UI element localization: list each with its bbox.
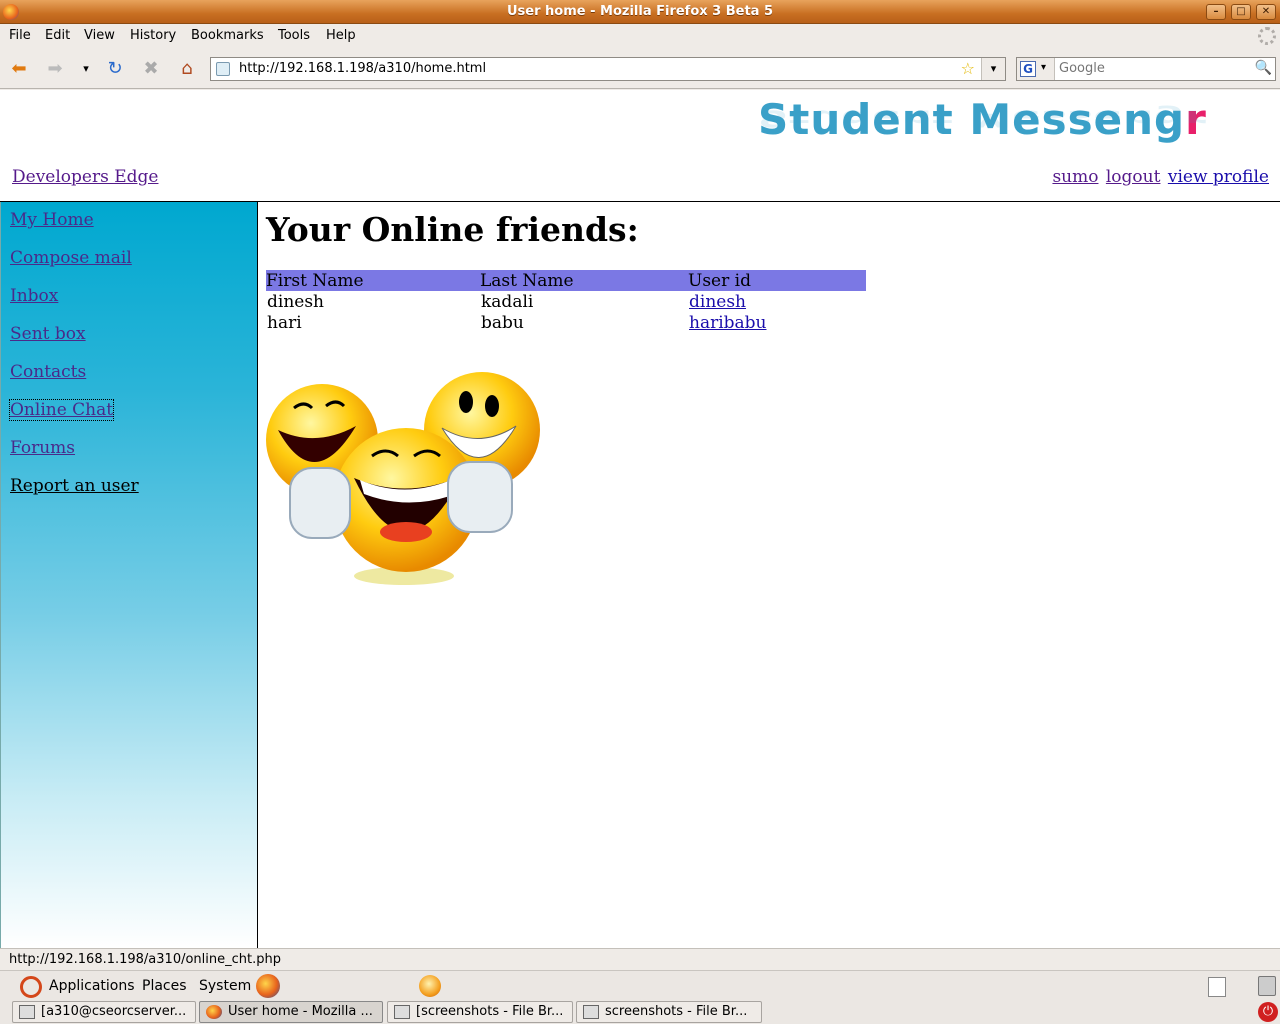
- search-icon[interactable]: 🔍: [1255, 60, 1272, 76]
- sidebar-item-inbox[interactable]: Inbox: [10, 286, 58, 306]
- address-bar[interactable]: http://192.168.1.198/a310/home.html ☆ ▾: [210, 57, 1006, 81]
- column-header-first-name: First Name: [266, 270, 480, 291]
- last-name-cell: kadali: [481, 291, 534, 312]
- file-browser-icon: [583, 1005, 599, 1019]
- user-id-cell: dinesh: [688, 291, 866, 312]
- home-icon[interactable]: ⌂: [175, 57, 199, 81]
- search-input[interactable]: [1059, 61, 1249, 76]
- menu-bar: File Edit View History Bookmarks Tools H…: [0, 24, 1280, 48]
- update-notifier-icon[interactable]: [419, 975, 441, 997]
- desktop-panel: Applications Places System: [0, 970, 1280, 1000]
- task-file-browser-2[interactable]: screenshots - File Br...: [576, 1001, 762, 1023]
- table-row: dinesh kadali dinesh: [266, 291, 866, 312]
- site-logo-reflection: Student Messengr: [758, 105, 1207, 132]
- task-label: [a310@cseorcserver...: [41, 1004, 187, 1019]
- table-row: hari babu haribabu: [266, 312, 866, 333]
- page-title: Your Online friends:: [266, 210, 639, 249]
- search-engine-selector[interactable]: G ▾: [1017, 58, 1055, 80]
- firefox-icon: [206, 1005, 222, 1019]
- sidebar-item-my-home[interactable]: My Home: [10, 210, 94, 230]
- laughing-smileys-image: [266, 372, 540, 585]
- system-menu[interactable]: System: [199, 978, 251, 994]
- task-label: [screenshots - File Br...: [416, 1004, 564, 1019]
- user-id-link[interactable]: haribabu: [689, 313, 767, 333]
- chevron-down-icon: ▾: [1041, 62, 1047, 73]
- search-bar[interactable]: G ▾ 🔍: [1016, 57, 1276, 81]
- url-dropdown-icon[interactable]: ▾: [981, 58, 1005, 80]
- web-page: Student Messengr Student Messengr Develo…: [0, 90, 1280, 948]
- file-browser-icon: [394, 1005, 410, 1019]
- sidebar-item-sent-box[interactable]: Sent box: [10, 324, 86, 344]
- sidebar: My Home Compose mail Inbox Sent box Cont…: [0, 202, 258, 948]
- column-header-user-id: User id: [688, 270, 866, 291]
- ubuntu-logo-icon[interactable]: [20, 976, 42, 998]
- terminal-icon: [19, 1005, 35, 1019]
- window-title-bar: User home - Mozilla Firefox 3 Beta 5 – □…: [0, 0, 1280, 24]
- window-title: User home - Mozilla Firefox 3 Beta 5: [506, 4, 774, 19]
- places-menu[interactable]: Places: [142, 978, 187, 994]
- sidebar-item-report-user[interactable]: Report an user: [10, 476, 139, 496]
- google-icon: G: [1020, 61, 1036, 77]
- maximize-button[interactable]: □: [1231, 4, 1251, 20]
- applications-menu[interactable]: Applications: [49, 978, 135, 994]
- menu-view[interactable]: View: [84, 28, 115, 43]
- user-id-link[interactable]: dinesh: [689, 292, 746, 312]
- sidebar-item-forums[interactable]: Forums: [10, 438, 75, 458]
- last-name-cell: babu: [481, 312, 524, 333]
- table-header-row: First Name Last Name User id: [266, 270, 866, 291]
- menu-help[interactable]: Help: [326, 28, 356, 43]
- first-name-cell: dinesh: [267, 291, 325, 312]
- site-identity-icon[interactable]: [216, 62, 230, 76]
- close-button[interactable]: ✕: [1256, 4, 1276, 20]
- view-profile-link[interactable]: view profile: [1168, 167, 1269, 187]
- menu-file[interactable]: File: [9, 28, 31, 43]
- trash-icon[interactable]: [1258, 976, 1276, 996]
- taskbar: [a310@cseorcserver... User home - Mozill…: [0, 1000, 1280, 1024]
- throbber-icon: [1258, 27, 1276, 45]
- menu-bookmarks[interactable]: Bookmarks: [191, 28, 264, 43]
- task-label: User home - Mozilla ...: [228, 1004, 373, 1019]
- column-header-last-name: Last Name: [480, 270, 688, 291]
- firefox-launcher-icon[interactable]: [256, 974, 280, 998]
- first-name-cell: hari: [267, 312, 302, 333]
- username-link[interactable]: sumo: [1052, 167, 1098, 187]
- user-id-cell: haribabu: [688, 312, 866, 333]
- developers-edge-link[interactable]: Developers Edge: [12, 167, 158, 187]
- task-label: screenshots - File Br...: [605, 1004, 748, 1019]
- sidebar-item-compose-mail[interactable]: Compose mail: [10, 248, 132, 268]
- status-text: http://192.168.1.198/a310/online_cht.php: [9, 952, 281, 967]
- menu-edit[interactable]: Edit: [45, 28, 70, 43]
- forward-arrow-icon[interactable]: ➡: [43, 57, 67, 81]
- history-dropdown-icon[interactable]: ▾: [74, 57, 98, 81]
- reload-icon[interactable]: ↻: [103, 57, 127, 81]
- url-text[interactable]: http://192.168.1.198/a310/home.html: [239, 61, 486, 76]
- task-firefox[interactable]: User home - Mozilla ...: [199, 1001, 383, 1023]
- notes-icon[interactable]: [1208, 977, 1226, 997]
- status-bar: http://192.168.1.198/a310/online_cht.php: [0, 948, 1280, 970]
- logout-link[interactable]: logout: [1106, 167, 1161, 187]
- power-icon[interactable]: ⏻: [1258, 1002, 1278, 1022]
- menu-history[interactable]: History: [130, 28, 176, 43]
- user-links: sumo logout view profile: [1050, 167, 1269, 187]
- bookmark-star-icon[interactable]: ☆: [961, 59, 975, 78]
- sidebar-item-contacts[interactable]: Contacts: [10, 362, 86, 382]
- minimize-button[interactable]: –: [1206, 4, 1226, 20]
- back-arrow-icon[interactable]: ⬅: [7, 57, 31, 81]
- task-terminal[interactable]: [a310@cseorcserver...: [12, 1001, 196, 1023]
- sidebar-item-online-chat[interactable]: Online Chat: [8, 399, 115, 421]
- menu-tools[interactable]: Tools: [278, 28, 310, 43]
- online-friends-table: First Name Last Name User id dinesh kada…: [266, 270, 866, 333]
- stop-icon[interactable]: ✖: [139, 57, 163, 81]
- task-file-browser-1[interactable]: [screenshots - File Br...: [387, 1001, 573, 1023]
